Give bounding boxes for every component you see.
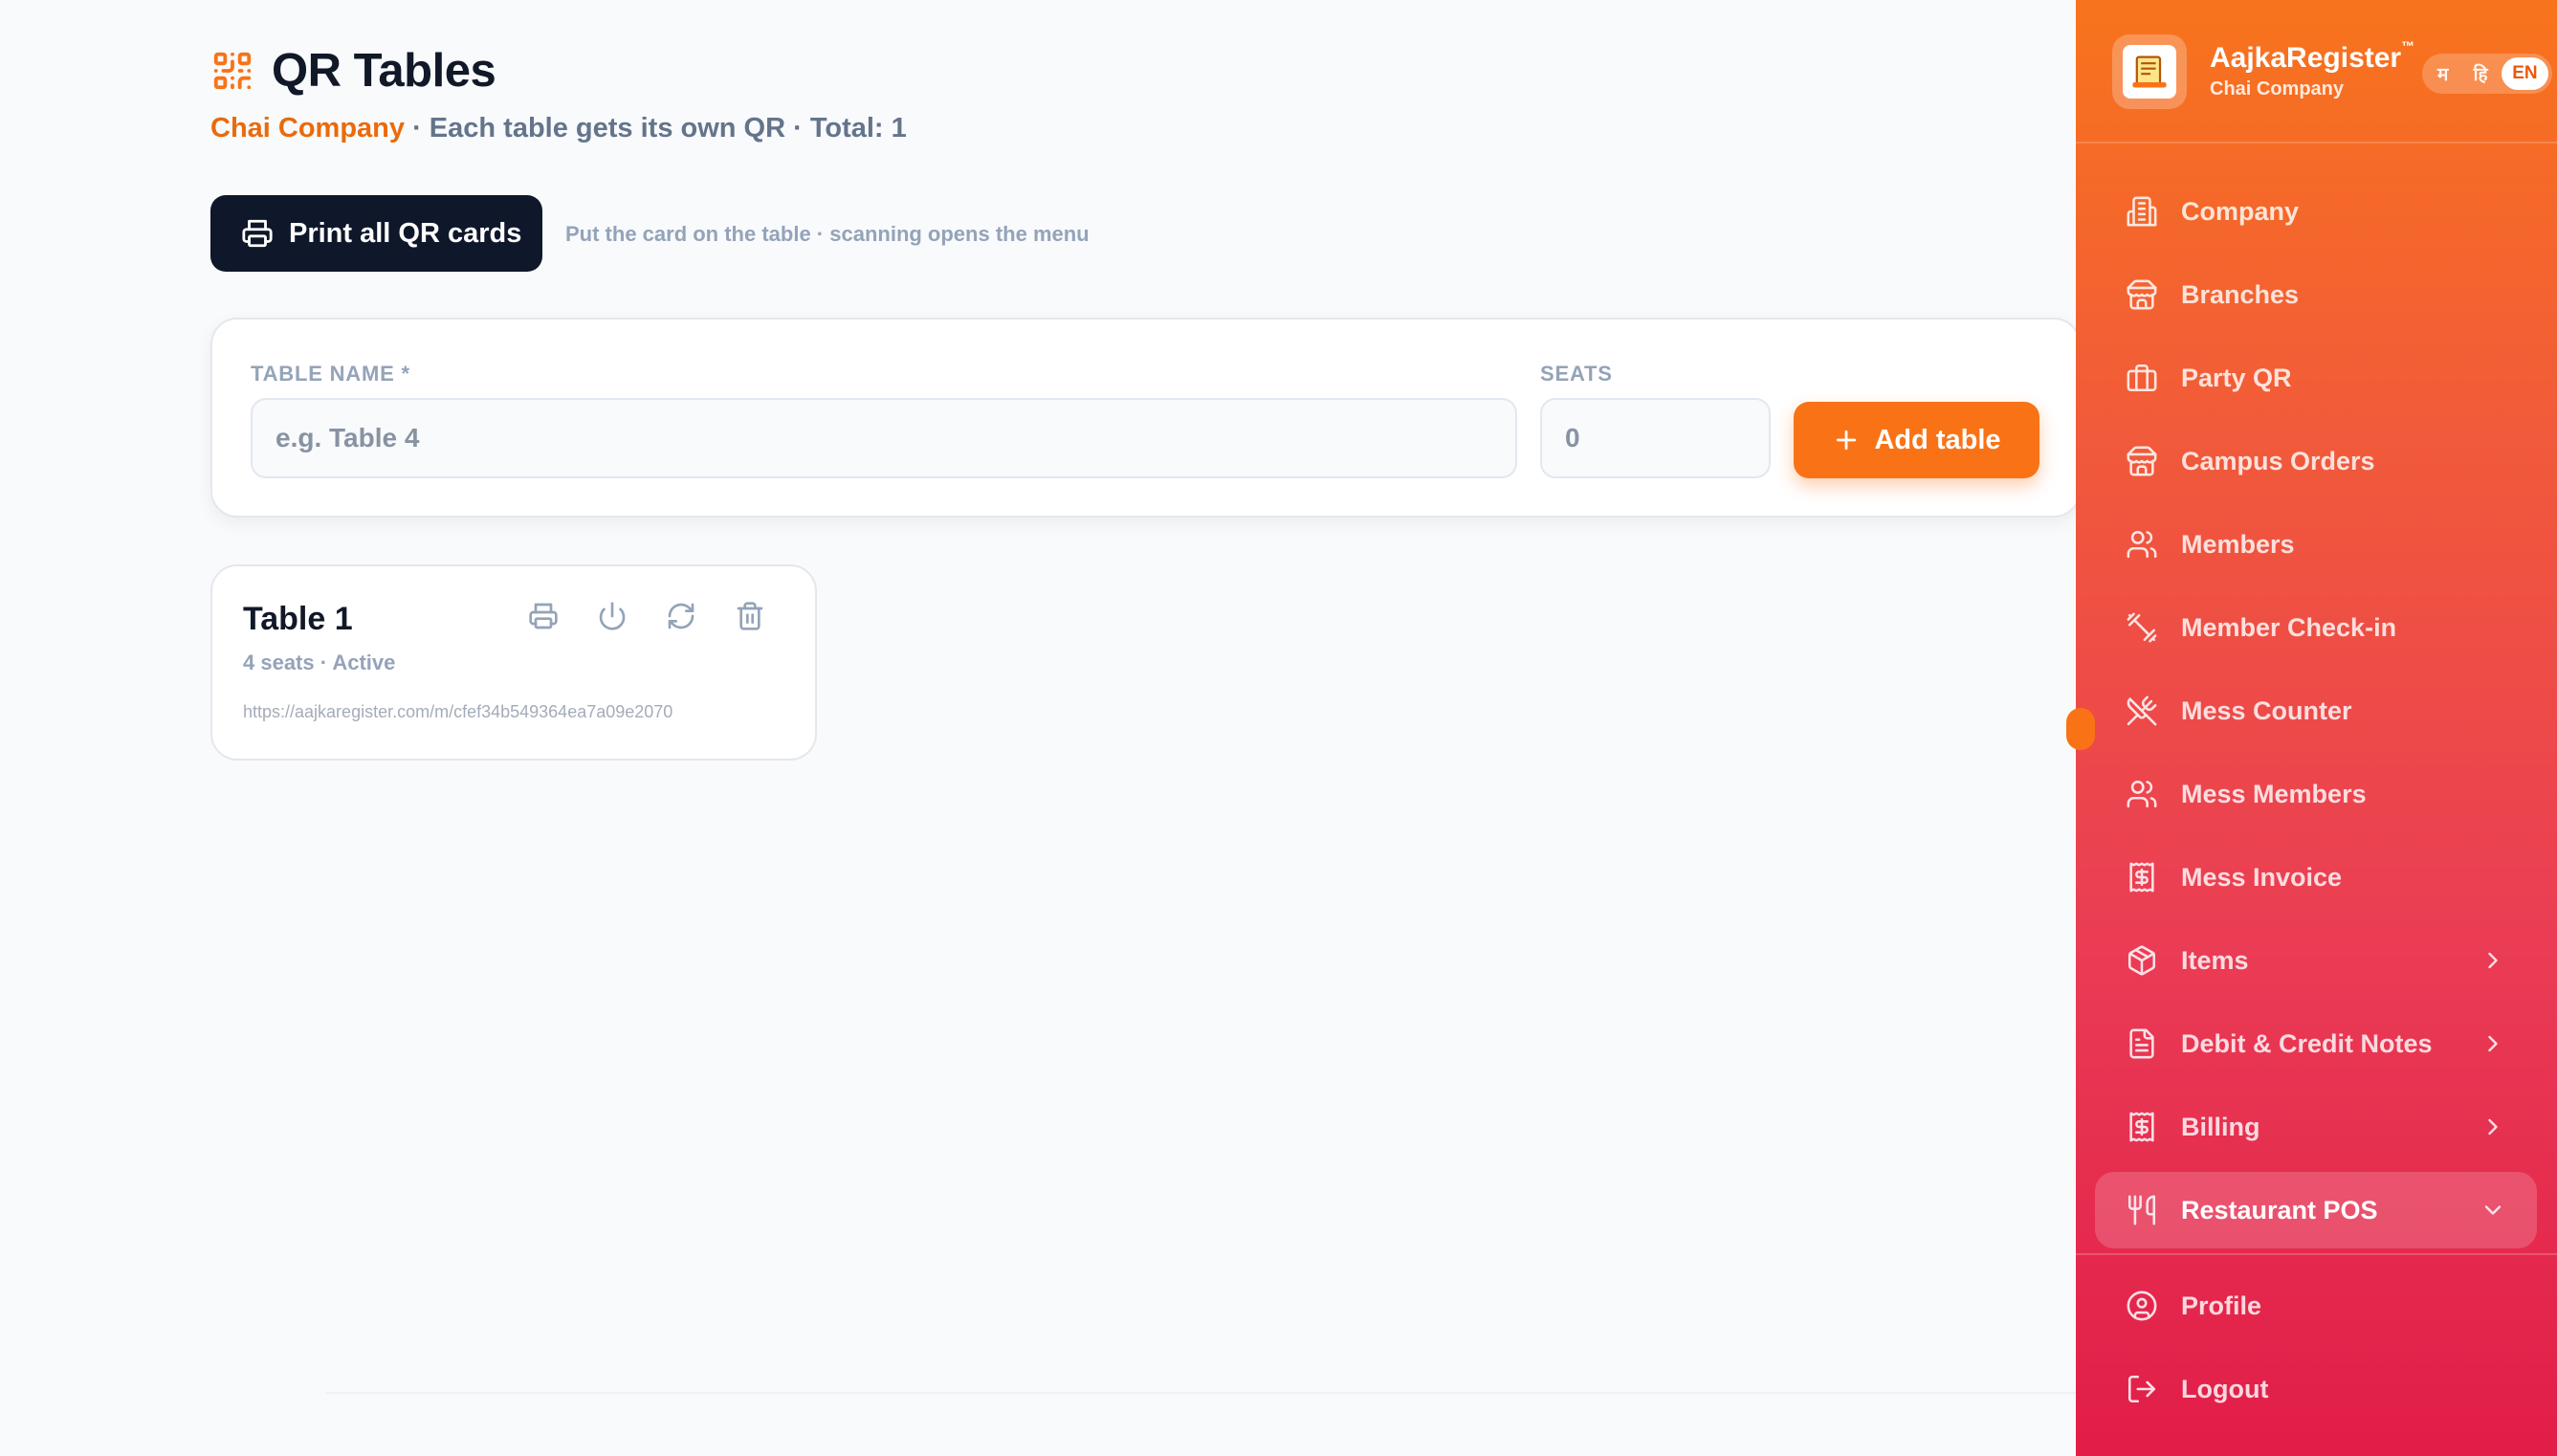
sidebar-item-label: Mess Members bbox=[2181, 779, 2367, 808]
divider bbox=[325, 1392, 2076, 1394]
file-icon bbox=[2126, 1027, 2158, 1060]
plus-icon bbox=[1832, 426, 1861, 454]
add-table-form: TABLE NAME * SEATS Add table bbox=[210, 318, 2081, 518]
print-table-icon[interactable] bbox=[528, 601, 559, 631]
users-icon bbox=[2126, 778, 2158, 810]
chevron-right-icon bbox=[2480, 1030, 2506, 1057]
sidebar-item-logout[interactable]: Logout bbox=[2095, 1351, 2537, 1427]
dumbbell-icon bbox=[2126, 611, 2158, 644]
company-name: Chai Company bbox=[210, 113, 406, 143]
sidebar-item-items[interactable]: Items bbox=[2095, 922, 2537, 999]
chevron-down-icon bbox=[2480, 1197, 2506, 1224]
package-icon bbox=[2126, 944, 2158, 977]
page-title: QR Tables bbox=[272, 45, 496, 97]
power-toggle-icon[interactable] bbox=[597, 601, 628, 631]
sidebar-item-mess-members[interactable]: Mess Members bbox=[2095, 756, 2537, 832]
main-content: QR Tables Chai Company · Each table gets… bbox=[0, 0, 2081, 1456]
building-icon bbox=[2126, 195, 2158, 228]
sidebar-item-profile[interactable]: Profile bbox=[2095, 1268, 2537, 1344]
sidebar-divider bbox=[2076, 1253, 2557, 1255]
sidebar-item-label: Mess Counter bbox=[2181, 695, 2352, 725]
sidebar-item-billing[interactable]: Billing bbox=[2095, 1089, 2537, 1165]
sidebar-item-mess-invoice[interactable]: Mess Invoice bbox=[2095, 839, 2537, 916]
store-icon bbox=[2126, 278, 2158, 311]
print-all-label: Print all QR cards bbox=[289, 217, 522, 249]
print-all-qr-button[interactable]: Print all QR cards bbox=[210, 195, 542, 272]
qr-code-icon bbox=[210, 49, 254, 93]
printer-icon bbox=[241, 217, 274, 250]
trash-icon[interactable] bbox=[735, 601, 765, 631]
sidebar-item-member-check-in[interactable]: Member Check-in bbox=[2095, 589, 2537, 666]
chevron-right-icon bbox=[2480, 1114, 2506, 1140]
sidebar-item-label: Debit & Credit Notes bbox=[2181, 1028, 2433, 1058]
chevron-right-icon bbox=[2480, 947, 2506, 974]
print-hint: Put the card on the table · scanning ope… bbox=[565, 222, 1090, 246]
brand-name: AajkaRegister™ bbox=[2210, 38, 2414, 75]
sidebar-item-label: Member Check-in bbox=[2181, 612, 2397, 642]
receipt-icon bbox=[2126, 861, 2158, 893]
refresh-icon[interactable] bbox=[666, 601, 696, 631]
lang-hindi[interactable]: हि bbox=[2463, 61, 2497, 86]
seats-input[interactable] bbox=[1540, 398, 1771, 478]
sidebar-company: Chai Company bbox=[2210, 78, 2345, 99]
sidebar-item-members[interactable]: Members bbox=[2095, 506, 2537, 583]
logo-image bbox=[2123, 45, 2176, 99]
sidebar-collapse-handle[interactable] bbox=[2066, 708, 2095, 750]
sidebar-item-branches[interactable]: Branches bbox=[2095, 256, 2537, 333]
logout-icon bbox=[2126, 1373, 2158, 1405]
sidebar-item-label: Items bbox=[2181, 945, 2249, 975]
utensils-crossed-icon bbox=[2126, 695, 2158, 727]
lang-marathi[interactable]: म bbox=[2426, 61, 2459, 86]
table-card: Table 1 4 seats · Active https://aajkare… bbox=[210, 564, 817, 761]
sidebar-item-label: Company bbox=[2181, 196, 2300, 226]
briefcase-icon bbox=[2126, 362, 2158, 394]
sidebar-item-campus-orders[interactable]: Campus Orders bbox=[2095, 423, 2537, 499]
sidebar-item-label: Members bbox=[2181, 529, 2295, 559]
add-table-label: Add table bbox=[1874, 424, 2001, 455]
table-meta: 4 seats · Active bbox=[243, 651, 396, 674]
store-icon bbox=[2126, 445, 2158, 477]
sidebar-item-label: Branches bbox=[2181, 279, 2300, 309]
utensils-icon bbox=[2126, 1194, 2158, 1226]
add-table-button[interactable]: Add table bbox=[1794, 402, 2039, 478]
table-name-input[interactable] bbox=[251, 398, 1517, 478]
sidebar-item-label: Billing bbox=[2181, 1112, 2260, 1141]
language-switcher: म हि EN bbox=[2422, 54, 2552, 94]
table-name: Table 1 bbox=[243, 601, 353, 637]
table-actions bbox=[528, 601, 765, 631]
sidebar-item-mess-counter[interactable]: Mess Counter bbox=[2095, 673, 2537, 749]
table-name-label: TABLE NAME * bbox=[251, 362, 410, 386]
sidebar-item-label: Party QR bbox=[2181, 363, 2292, 392]
sidebar-item-label: Profile bbox=[2181, 1291, 2262, 1320]
brand-text: AajkaRegister bbox=[2210, 42, 2402, 74]
sidebar-item-label: Logout bbox=[2181, 1374, 2269, 1403]
sidebar-item-debit-credit-notes[interactable]: Debit & Credit Notes bbox=[2095, 1005, 2537, 1082]
receipt-icon bbox=[2126, 1111, 2158, 1143]
sidebar: AajkaRegister™ Chai Company म हि EN Comp… bbox=[2076, 0, 2557, 1456]
sidebar-item-label: Campus Orders bbox=[2181, 446, 2375, 475]
page-subtitle: Chai Company · Each table gets its own Q… bbox=[210, 113, 907, 144]
sidebar-item-label: Restaurant POS bbox=[2181, 1195, 2378, 1224]
sidebar-item-label: Mess Invoice bbox=[2181, 862, 2343, 892]
table-url: https://aajkaregister.com/m/cfef34b54936… bbox=[243, 702, 673, 721]
sidebar-item-company[interactable]: Company bbox=[2095, 173, 2537, 250]
seats-label: SEATS bbox=[1540, 362, 1613, 386]
lang-english[interactable]: EN bbox=[2501, 57, 2548, 90]
users-icon bbox=[2126, 528, 2158, 561]
sidebar-item-restaurant-pos[interactable]: Restaurant POS bbox=[2095, 1172, 2537, 1248]
subtitle-details: · Each table gets its own QR · Total: 1 bbox=[405, 113, 907, 143]
sidebar-header: AajkaRegister™ Chai Company म हि EN bbox=[2076, 0, 2557, 143]
user-circle-icon bbox=[2126, 1290, 2158, 1322]
page-header: QR Tables bbox=[210, 44, 496, 98]
sidebar-item-party-qr[interactable]: Party QR bbox=[2095, 340, 2537, 416]
brand-tm: ™ bbox=[2401, 38, 2415, 54]
app-logo bbox=[2112, 34, 2187, 109]
